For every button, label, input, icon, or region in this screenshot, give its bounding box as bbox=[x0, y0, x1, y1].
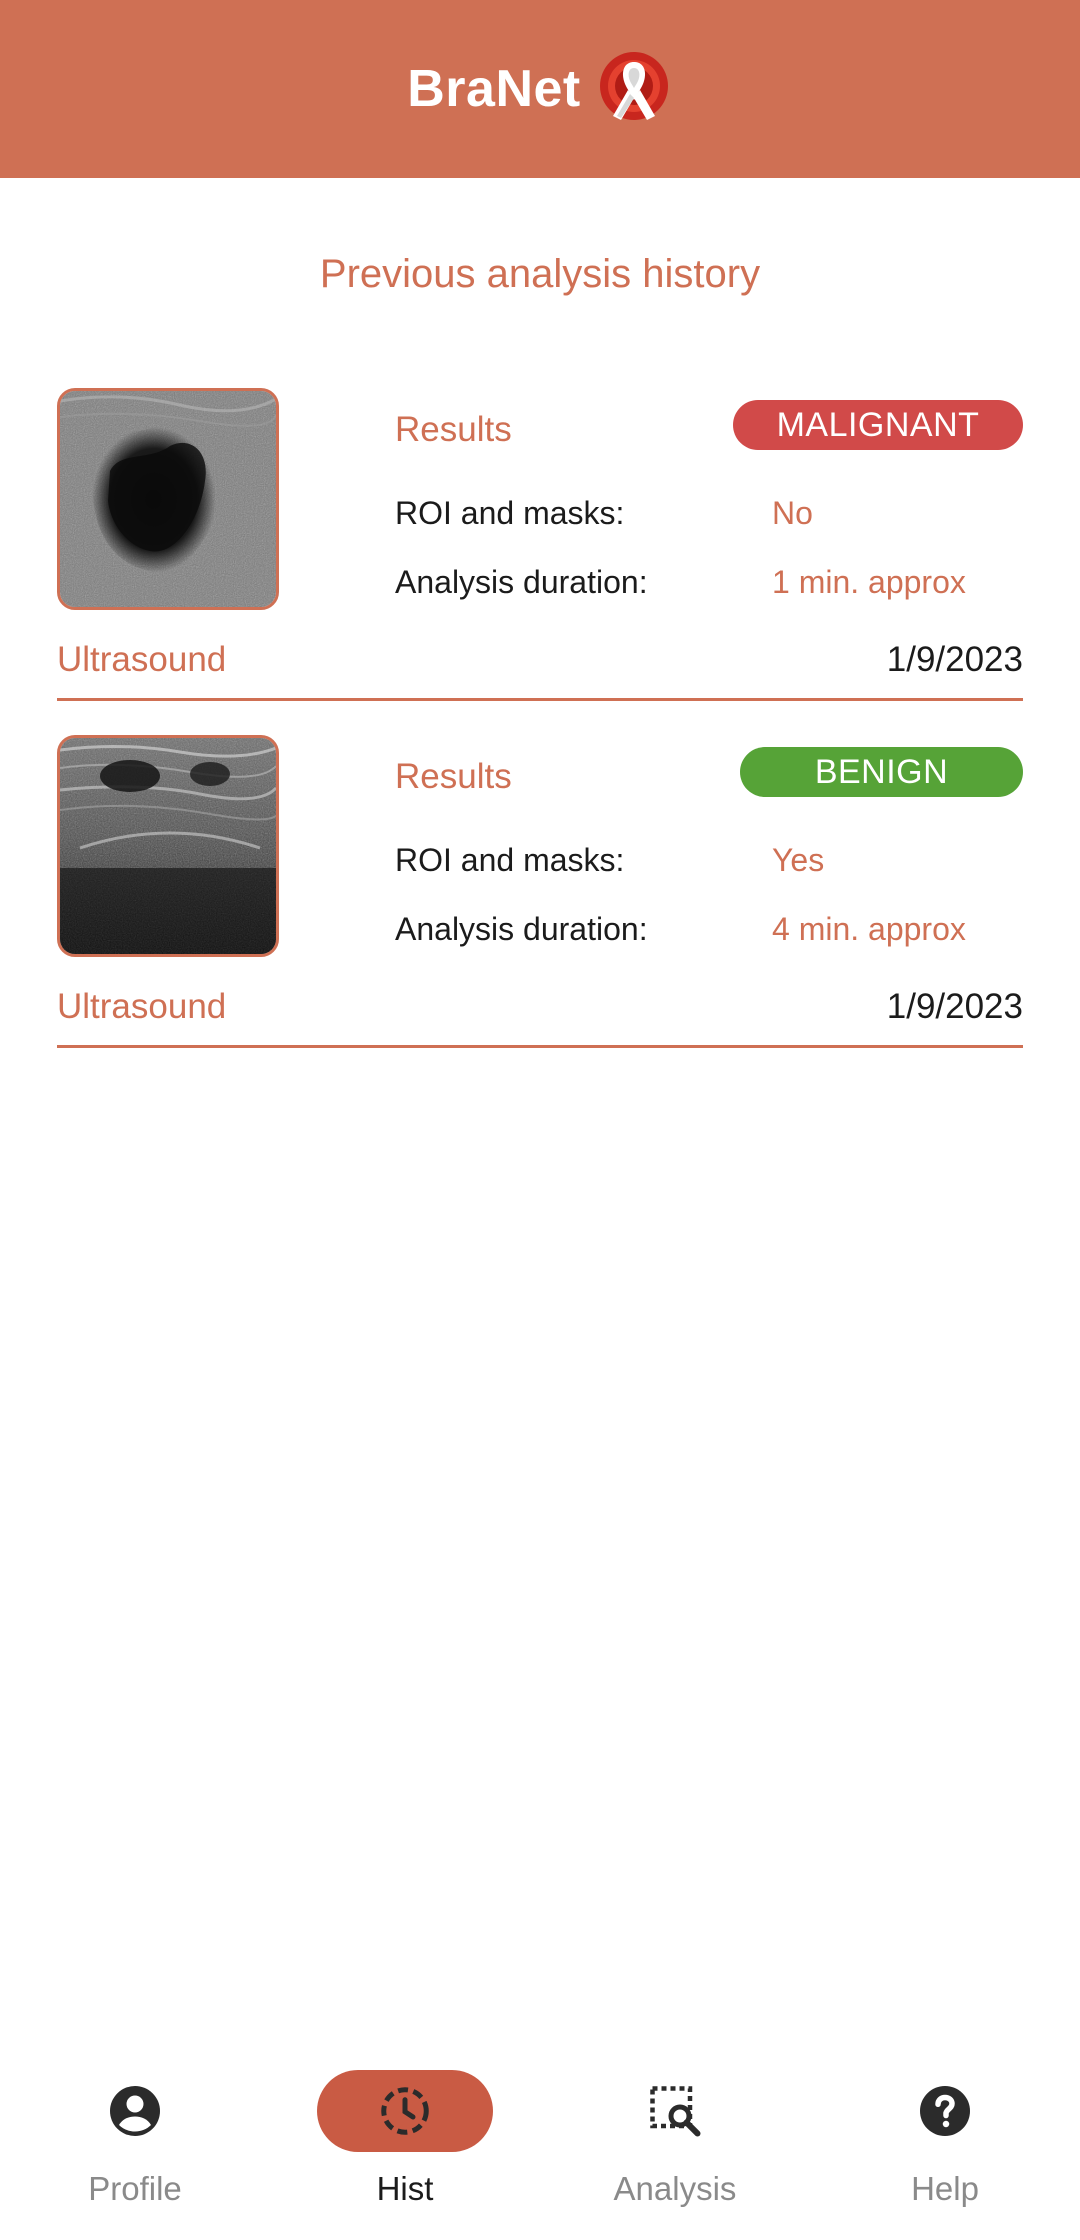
app-screen: BraNet Previous analysis history Results… bbox=[0, 0, 1080, 2240]
brand: BraNet bbox=[407, 48, 673, 130]
results-label: Results bbox=[395, 757, 512, 796]
nav-pill[interactable] bbox=[47, 2070, 223, 2152]
bottom-navigation: Profile Hist Analysis Help bbox=[0, 2040, 1080, 2240]
nav-label: Profile bbox=[88, 2170, 182, 2207]
analysis-date: 1/9/2023 bbox=[886, 640, 1023, 679]
history-item[interactable]: Results MALIGNANT ROI and masks: No Anal… bbox=[57, 388, 1023, 706]
divider bbox=[57, 698, 1023, 701]
nav-item-help[interactable]: Help bbox=[845, 2040, 1045, 2240]
nav-label: Help bbox=[911, 2170, 979, 2207]
nav-item-profile[interactable]: Profile bbox=[35, 2040, 235, 2240]
results-label: Results bbox=[395, 410, 512, 449]
ultrasound-thumbnail[interactable] bbox=[57, 735, 279, 957]
ribbon-logo-icon bbox=[599, 52, 668, 120]
duration-value: 1 min. approx bbox=[772, 564, 966, 600]
app-name: BraNet bbox=[407, 60, 581, 118]
roi-value: Yes bbox=[772, 842, 825, 878]
roi-value: No bbox=[772, 495, 813, 531]
duration-value: 4 min. approx bbox=[772, 911, 966, 947]
account-circle-icon bbox=[110, 2086, 160, 2136]
roi-label: ROI and masks: bbox=[395, 842, 625, 878]
history-clock-icon bbox=[381, 2087, 429, 2135]
analysis-date: 1/9/2023 bbox=[886, 987, 1023, 1026]
nav-pill[interactable] bbox=[587, 2070, 763, 2152]
divider bbox=[57, 1045, 1023, 1048]
nav-item-hist[interactable]: Hist bbox=[305, 2040, 505, 2240]
modality-label: Ultrasound bbox=[57, 987, 227, 1026]
nav-label: Analysis bbox=[613, 2170, 737, 2207]
nav-item-analysis[interactable]: Analysis bbox=[575, 2040, 775, 2240]
nav-pill[interactable] bbox=[857, 2070, 1033, 2152]
nav-pill-active[interactable] bbox=[317, 2070, 493, 2152]
result-badge-malignant: MALIGNANT bbox=[733, 400, 1023, 450]
modality-label: Ultrasound bbox=[57, 640, 227, 679]
history-item[interactable]: Results BENIGN ROI and masks: Yes Analys… bbox=[57, 735, 1023, 1053]
duration-label: Analysis duration: bbox=[395, 911, 648, 947]
page-title: Previous analysis history bbox=[319, 252, 761, 296]
ultrasound-thumbnail[interactable] bbox=[57, 388, 279, 610]
result-badge-benign: BENIGN bbox=[740, 747, 1023, 797]
app-header: BraNet bbox=[0, 0, 1080, 178]
help-circle-icon bbox=[920, 2086, 970, 2136]
roi-label: ROI and masks: bbox=[395, 495, 625, 531]
image-search-icon bbox=[650, 2086, 701, 2137]
nav-label: Hist bbox=[376, 2170, 434, 2207]
duration-label: Analysis duration: bbox=[395, 564, 648, 600]
